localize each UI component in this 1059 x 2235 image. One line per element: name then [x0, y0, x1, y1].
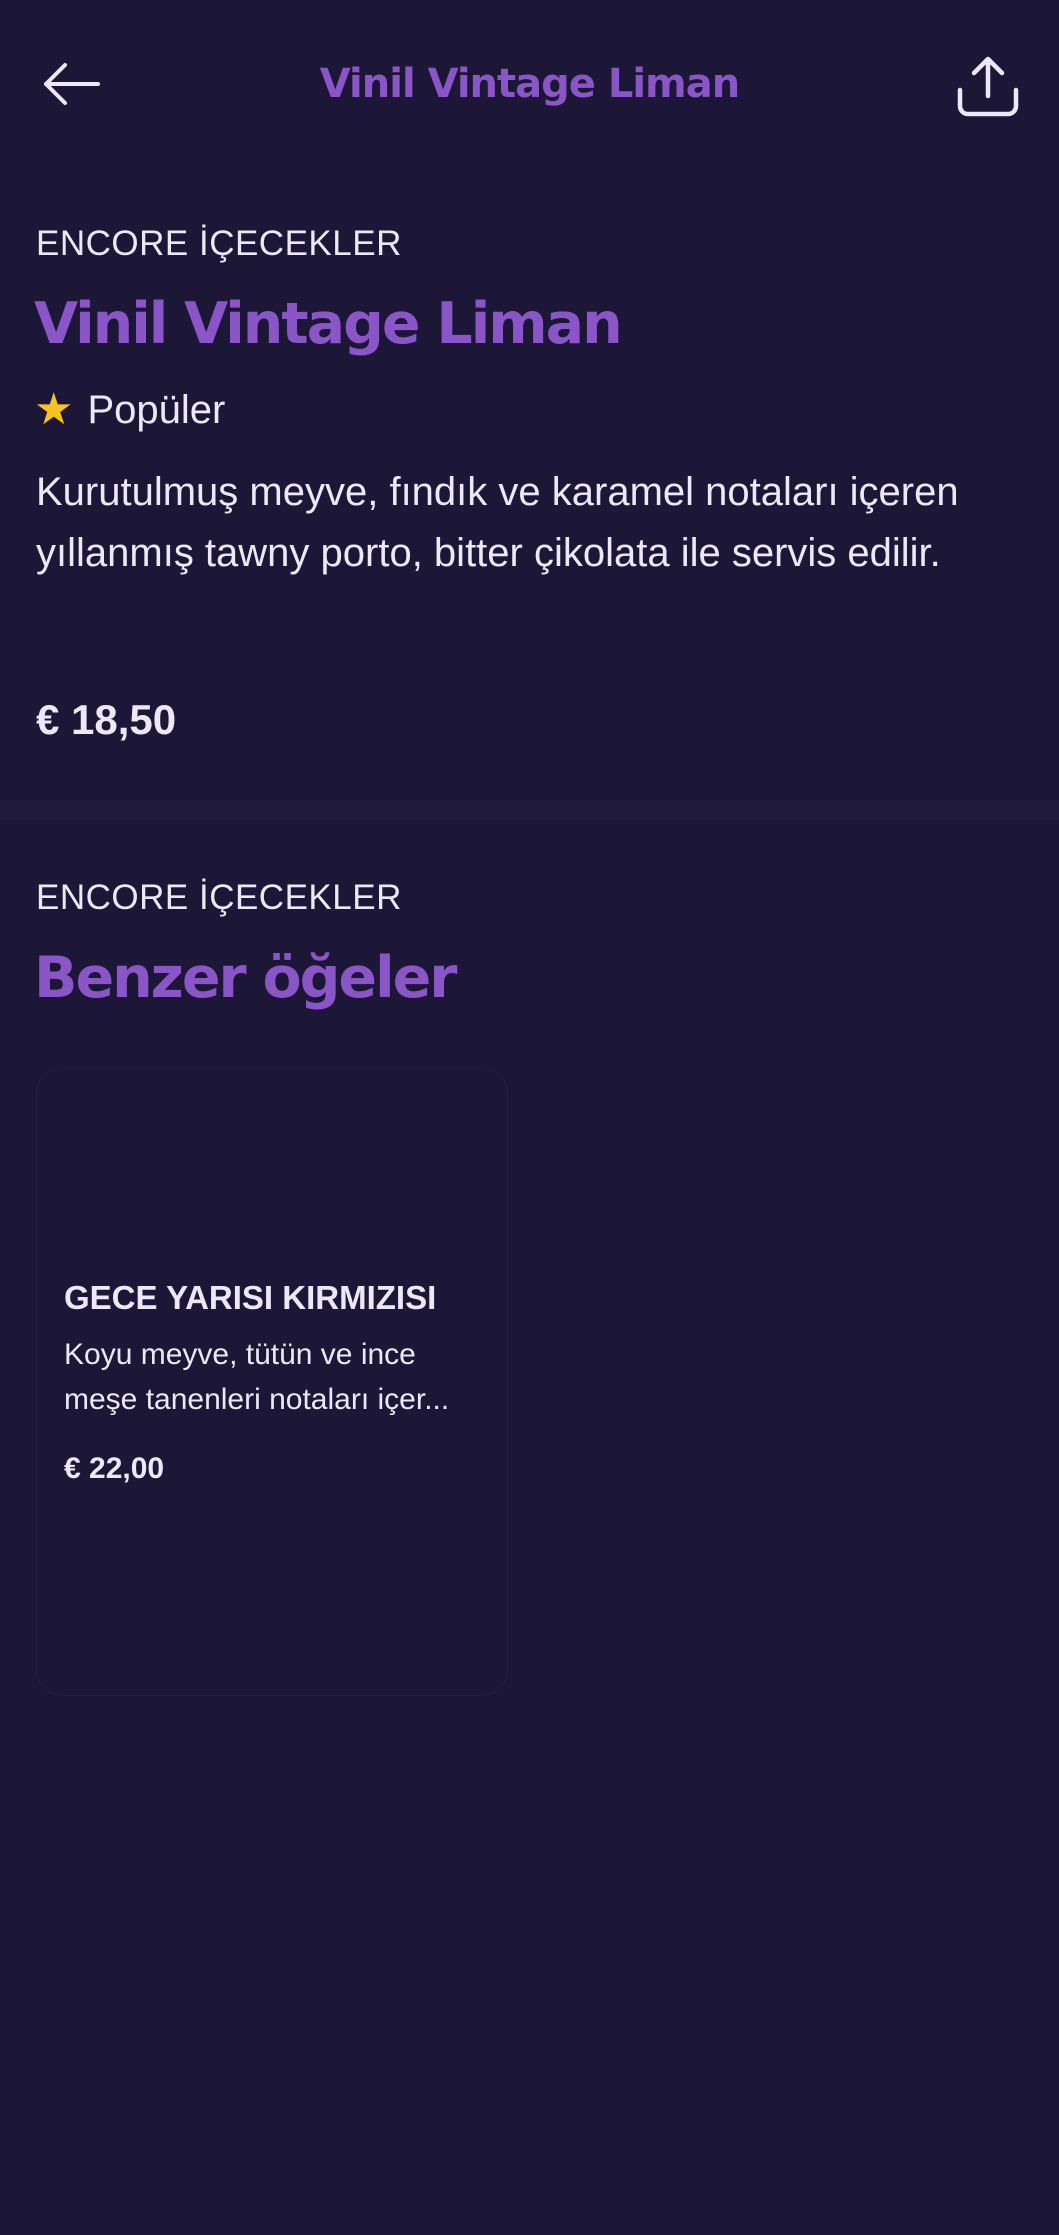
- similar-item-price: € 22,00: [64, 1452, 165, 1485]
- item-description: Kurutulmuş meyve, fındık ve karamel nota…: [36, 470, 959, 575]
- star-icon: ★: [34, 384, 74, 435]
- similar-title: Benzer öğeler: [34, 945, 457, 1011]
- share-icon: [957, 56, 1019, 117]
- popular-badge: ★ Popüler: [34, 382, 225, 438]
- arrow-left-icon: [44, 63, 100, 105]
- top-bar: Vinil Vintage Liman: [0, 0, 1059, 170]
- item-price: € 18,50: [36, 696, 177, 743]
- similar-item-card[interactable]: GECE YARISI KIRMIZISI Koyu meyve, tütün …: [36, 1068, 508, 1696]
- section-divider: [0, 800, 1059, 820]
- similar-item-name: GECE YARISI KIRMIZISI: [64, 1279, 437, 1316]
- back-button[interactable]: [36, 56, 106, 112]
- item-name: Vinil Vintage Liman: [34, 291, 623, 357]
- badge-label: Popüler: [87, 387, 226, 432]
- share-button[interactable]: [948, 46, 1028, 126]
- similar-item-description: Koyu meyve, tütün ve ince meşe tanenleri…: [64, 1338, 450, 1416]
- item-detail-page: Vinil Vintage Liman ENCORE İÇECEKLER Vin…: [0, 0, 1059, 2235]
- header-title: Vinil Vintage Liman: [319, 61, 740, 107]
- similar-category: ENCORE İÇECEKLER: [36, 878, 402, 917]
- item-category: ENCORE İÇECEKLER: [36, 224, 402, 263]
